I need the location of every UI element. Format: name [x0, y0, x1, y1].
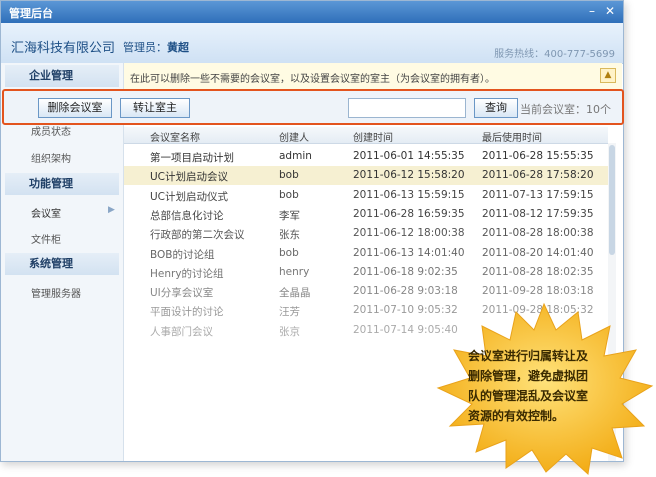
table-row[interactable]: UI分享会议室 全晶晶 2011-06-28 9:03:18 2011-09-28 1… — [124, 282, 608, 301]
table-cell: 2011-06-18 9:02:35 — [353, 265, 458, 278]
column-header[interactable]: 创建时间 — [353, 129, 393, 144]
table-cell: Henry的讨论组 — [150, 267, 224, 280]
column-header[interactable]: 会议室名称 — [150, 129, 200, 144]
minimize-icon[interactable]: – — [585, 4, 599, 18]
scroll-thumb[interactable] — [609, 145, 615, 255]
table-cell: 2011-08-20 14:01:40 — [482, 246, 594, 259]
callout-line: 资源的有效控制。 — [468, 409, 565, 423]
callout-line: 队的管理混乱及会议室 — [468, 389, 589, 403]
column-header[interactable]: 创建人 — [279, 129, 309, 144]
table-cell: UC计划启动会议 — [150, 171, 229, 184]
table-cell: 2011-07-13 17:59:15 — [482, 188, 594, 201]
room-count: 当前会议室：10个 — [520, 103, 611, 116]
table-cell: 2011-06-12 18:00:38 — [353, 227, 465, 240]
table-cell: 行政部的第二次会议 — [150, 229, 245, 242]
table-cell: 2011-06-12 15:58:20 — [353, 169, 465, 182]
service-hotline: 服务热线：400-777-5699 — [494, 49, 615, 60]
table-cell: 2011-09-28 18:03:18 — [482, 285, 594, 298]
sidebar-section-system[interactable]: 系统管理 — [5, 253, 119, 275]
table-row[interactable]: UC计划启动仪式 bob 2011-06-13 15:59:15 2011-07-13… — [124, 186, 608, 205]
sidebar-item-file-cabinet[interactable]: 文件柜 — [31, 231, 61, 246]
table-cell: 2011-08-28 18:00:38 — [482, 227, 594, 240]
table-cell: BOB的讨论组 — [150, 248, 215, 261]
header: 汇海科技有限公司 管理员：黄超 服务热线：400-777-5699 — [1, 23, 623, 64]
callout-text: 会议室进行归属转让及 删除管理，避免虚拟团 队的管理混乱及会议室 资源的有效控制… — [468, 346, 628, 426]
sidebar-item-meeting-rooms[interactable]: 会议室 — [31, 205, 61, 220]
table-row[interactable]: Henry的讨论组 henry 2011-06-18 9:02:35 2011-08-… — [124, 263, 608, 282]
table-cell: 人事部门会议 — [150, 325, 213, 338]
search-input[interactable] — [348, 98, 466, 118]
table-cell: 2011-08-12 17:59:35 — [482, 207, 594, 220]
sidebar-item-member-status[interactable]: 成员状态 — [31, 123, 71, 138]
window-title: 管理后台 — [9, 7, 53, 20]
table-cell: 全晶晶 — [279, 287, 311, 300]
sidebar-item-manage-server[interactable]: 管理服务器 — [31, 285, 81, 300]
table-cell: 张京 — [279, 325, 300, 338]
table-cell: admin — [279, 150, 312, 162]
column-header[interactable]: 最后使用时间 — [482, 129, 542, 144]
table-row[interactable]: UC计划启动会议 bob 2011-06-12 15:58:20 2011-06-28… — [124, 166, 608, 186]
collapse-icon[interactable]: ▲ — [600, 68, 616, 83]
chevron-right-icon: ▶ — [108, 205, 115, 215]
table-cell: 总部信息化讨论 — [150, 209, 224, 222]
table-cell: UC计划启动仪式 — [150, 190, 229, 203]
table-row[interactable]: 行政部的第二次会议 张东 2011-06-12 18:00:38 2011-08-28… — [124, 224, 608, 243]
table-cell: 2011-06-28 9:03:18 — [353, 285, 458, 298]
table-cell: UI分享会议室 — [150, 287, 214, 300]
table-cell: 第一项目启动计划 — [150, 152, 234, 164]
table-cell: 张东 — [279, 229, 300, 242]
table-cell: 李军 — [279, 209, 300, 222]
table-cell: bob — [279, 169, 299, 182]
table-cell: 2011-06-28 16:59:35 — [353, 207, 465, 220]
delete-room-button[interactable]: 删除会议室 — [38, 98, 112, 118]
table-cell: 2011-06-28 15:55:35 — [482, 150, 594, 162]
sidebar-section-features[interactable]: 功能管理 — [5, 173, 119, 195]
admin-info: 管理员：黄超 — [123, 41, 189, 54]
title-bar: 管理后台 – ✕ — [1, 1, 623, 23]
table-cell: 2011-06-13 15:59:15 — [353, 188, 465, 201]
table-cell: 2011-06-28 17:58:20 — [482, 169, 594, 182]
table-cell: bob — [279, 246, 299, 259]
search-button[interactable]: 查询 — [474, 98, 518, 118]
transfer-owner-button[interactable]: 转让室主 — [120, 98, 190, 118]
action-toolbar: 删除会议室 转让室主 查询 当前会议室：10个 — [2, 89, 624, 125]
table-cell: 2011-06-01 14:55:35 — [353, 150, 465, 162]
company-name: 汇海科技有限公司 — [11, 41, 116, 56]
table-header: 会议室名称 创建人 创建时间 最后使用时间 — [124, 127, 608, 144]
close-icon[interactable]: ✕ — [603, 4, 617, 18]
sidebar-item-org[interactable]: 组织架构 — [31, 150, 71, 165]
table-row[interactable]: 总部信息化讨论 李军 2011-06-28 16:59:35 2011-08-12 1… — [124, 205, 608, 224]
table-row[interactable]: BOB的讨论组 bob 2011-06-13 14:01:40 2011-08-20 … — [124, 244, 608, 263]
table-cell: henry — [279, 265, 310, 278]
notice-bar: 在此可以删除一些不需要的会议室，以及设置会议室的室主（为会议室的拥有者）。 ▲ — [124, 63, 622, 90]
sidebar-section-enterprise[interactable]: 企业管理 — [5, 65, 119, 87]
callout-line: 删除管理，避免虚拟团 — [468, 369, 589, 383]
table-cell: 2011-08-28 18:02:35 — [482, 265, 594, 278]
table-cell: 2011-06-13 14:01:40 — [353, 246, 465, 259]
callout-line: 会议室进行归属转让及 — [468, 349, 589, 363]
table-cell: bob — [279, 188, 299, 201]
table-cell: 汪芳 — [279, 306, 300, 319]
table-row[interactable]: 第一项目启动计划 admin 2011-06-01 14:55:35 2011-06-… — [124, 147, 608, 166]
table-cell: 平面设计的讨论 — [150, 306, 224, 319]
notice-text: 在此可以删除一些不需要的会议室，以及设置会议室的室主（为会议室的拥有者）。 — [130, 74, 495, 85]
